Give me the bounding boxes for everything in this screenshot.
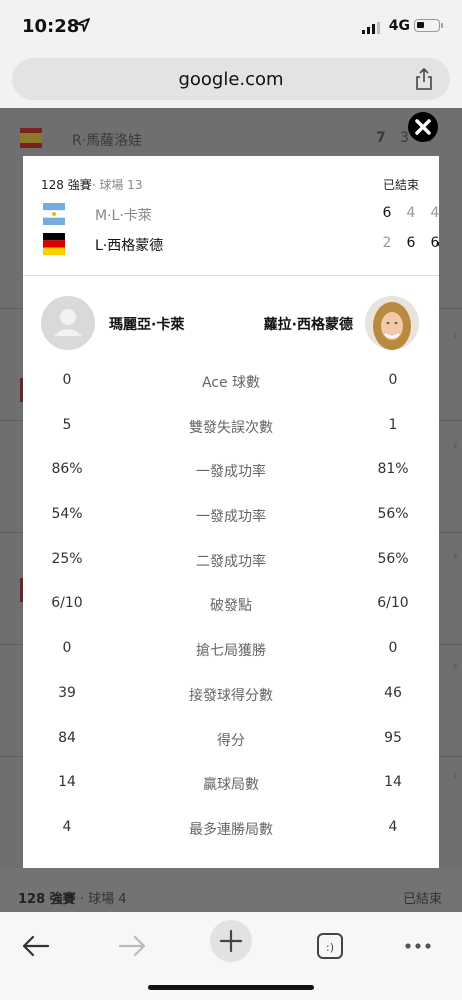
stat-row: 14 贏球局數 14 bbox=[58, 774, 402, 794]
avatar bbox=[41, 296, 95, 350]
match-summary[interactable]: 128 強賽· 球場 13 已結束 M·L·卡萊 6 4 4 L·西格蒙德 2 … bbox=[23, 156, 439, 276]
set-score: 6 bbox=[382, 205, 392, 221]
stat-row: 86% 一發成功率 81% bbox=[51, 461, 409, 481]
close-icon bbox=[415, 119, 431, 135]
winner-indicator-icon bbox=[436, 239, 439, 249]
match-round: 128 強賽· 球場 13 bbox=[41, 178, 143, 192]
match-stats-modal: 128 強賽· 球場 13 已結束 M·L·卡萊 6 4 4 L·西格蒙德 2 … bbox=[23, 156, 439, 868]
germany-flag-icon bbox=[43, 233, 65, 255]
signal-icon bbox=[362, 22, 380, 34]
share-icon[interactable] bbox=[414, 67, 434, 91]
status-bar: 10:28 4G bbox=[0, 0, 462, 54]
forward-arrow-icon[interactable] bbox=[108, 922, 156, 970]
address-bar[interactable]: google.com bbox=[12, 58, 450, 100]
more-options-icon[interactable] bbox=[394, 922, 442, 970]
svg-text::): :) bbox=[326, 941, 334, 954]
stat-row: 0 搶七局獲勝 0 bbox=[62, 640, 398, 660]
person-placeholder-icon bbox=[54, 309, 82, 336]
background-match-row[interactable]: 128 強賽 · 球場 4 已結束 bbox=[0, 868, 462, 912]
address-host: google.com bbox=[178, 69, 284, 90]
network-type: 4G bbox=[388, 18, 410, 34]
browser-toolbar: :) bbox=[0, 912, 462, 1000]
player-name: L·西格蒙德 bbox=[95, 238, 164, 254]
location-arrow-icon bbox=[76, 18, 90, 32]
avatar bbox=[365, 296, 419, 350]
stat-row: 25% 二發成功率 56% bbox=[51, 550, 409, 570]
stat-row: 5 雙發失誤次數 1 bbox=[62, 416, 398, 436]
player-photo bbox=[365, 296, 419, 350]
home-indicator bbox=[148, 985, 314, 990]
stat-row: 0 Ace 球數 0 bbox=[62, 372, 398, 391]
match-player-row: L·西格蒙德 2 6 6 bbox=[23, 232, 439, 256]
stat-row: 84 得分 95 bbox=[58, 729, 402, 749]
match-player-row: M·L·卡萊 6 4 4 bbox=[23, 202, 439, 226]
chevron-right-icon: › bbox=[452, 658, 458, 674]
stats-table: 0 Ace 球數 0 5 雙發失誤次數 1 86% 一發成功率 81% 54% 一發成功率 56… bbox=[23, 364, 439, 856]
match-status: 已結束 bbox=[382, 178, 419, 192]
set-score: 4 bbox=[430, 205, 439, 221]
stat-row: 39 接發球得分數 46 bbox=[58, 684, 402, 704]
chevron-right-icon: › bbox=[452, 768, 458, 784]
left-player-name: 瑪麗亞·卡萊 bbox=[109, 317, 185, 333]
chevron-right-icon: › bbox=[452, 548, 458, 564]
set-score: 2 bbox=[382, 235, 392, 251]
right-player-name: 蘿拉·西格蒙德 bbox=[263, 317, 353, 333]
close-button[interactable] bbox=[408, 112, 438, 142]
chevron-right-icon: › bbox=[452, 328, 458, 344]
argentina-flag-icon bbox=[43, 203, 65, 225]
back-arrow-icon[interactable] bbox=[12, 922, 60, 970]
chevron-right-icon: › bbox=[452, 438, 458, 454]
stat-row: 6/10 破發點 6/10 bbox=[51, 595, 409, 615]
stat-row: 54% 一發成功率 56% bbox=[51, 506, 409, 526]
player-name: M·L·卡萊 bbox=[95, 208, 152, 224]
tabs-switcher-icon[interactable]: :) bbox=[306, 922, 354, 970]
browser-address-area: google.com bbox=[0, 54, 462, 108]
set-score: 4 bbox=[406, 205, 416, 221]
spain-flag-icon bbox=[20, 128, 42, 148]
status-time: 10:28 bbox=[22, 16, 80, 37]
battery-icon bbox=[414, 19, 443, 32]
player-comparison-header: 瑪麗亞·卡萊 蘿拉·西格蒙德 bbox=[23, 276, 439, 364]
plus-icon bbox=[219, 929, 243, 953]
set-score: 6 bbox=[406, 235, 416, 251]
stat-row: 4 最多連勝局數 4 bbox=[62, 818, 398, 838]
new-tab-button[interactable] bbox=[210, 920, 252, 962]
